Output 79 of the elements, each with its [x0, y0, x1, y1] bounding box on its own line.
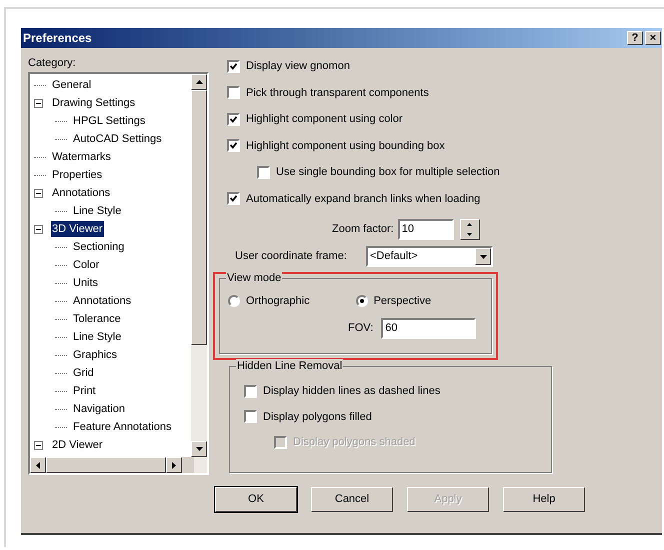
tree-item[interactable]: Line Style — [72, 202, 122, 220]
check-icon — [230, 195, 237, 202]
up-arrow-icon — [467, 223, 472, 226]
scroll-down-button[interactable] — [191, 441, 207, 457]
checkbox-label: Display view gnomon — [246, 59, 350, 74]
tree-item[interactable]: Drawing Settings — [51, 94, 136, 112]
checkbox[interactable] — [227, 139, 240, 152]
radio-label: Orthographic — [246, 294, 310, 309]
checkbox[interactable] — [227, 86, 240, 100]
radio-button[interactable] — [228, 295, 240, 308]
check-icon — [230, 142, 237, 150]
scroll-left-button[interactable] — [30, 457, 46, 473]
right-arrow-icon — [172, 462, 176, 468]
tree-item[interactable]: Units — [72, 274, 100, 292]
radio-button[interactable] — [356, 295, 368, 308]
checkbox-label: Display hidden lines as dashed lines — [263, 384, 440, 399]
tree-item[interactable]: 3D Viewer — [51, 220, 104, 238]
scroll-thumb[interactable] — [46, 457, 166, 473]
close-button[interactable]: × — [645, 31, 661, 45]
checkbox-label: Use single bounding box for multiple selection — [276, 165, 500, 180]
tree-item[interactable]: Annotations — [51, 184, 112, 202]
dialog-button[interactable]: OK — [215, 487, 297, 512]
scrollbar-corner — [182, 457, 194, 473]
tree-item[interactable]: Tolerance — [72, 310, 122, 328]
tree-item[interactable]: Print — [72, 382, 97, 400]
fov-label: FOV: — [348, 320, 374, 336]
tree-item[interactable]: Line Style — [72, 328, 122, 346]
fov-field[interactable]: 60 — [381, 318, 476, 338]
coordinate-frame-dropdown[interactable]: <Default> — [366, 246, 493, 267]
down-arrow-icon — [467, 232, 472, 236]
checkbox[interactable] — [227, 192, 240, 206]
tree-item[interactable]: Sectioning — [72, 238, 126, 256]
vertical-scrollbar[interactable] — [191, 74, 207, 457]
spinner-control[interactable] — [460, 219, 480, 240]
dialog-button[interactable]: Help — [503, 487, 585, 512]
left-arrow-icon — [36, 462, 40, 468]
check-icon — [230, 62, 237, 70]
scroll-thumb[interactable] — [191, 90, 207, 345]
help-button[interactable]: ? — [627, 31, 643, 45]
tree-item[interactable]: Graphics — [72, 346, 118, 364]
tree-item[interactable]: Navigation — [72, 400, 126, 418]
collapse-icon[interactable] — [34, 440, 43, 450]
user-coordinate-frame-label: User coordinate frame: — [235, 249, 348, 264]
checkbox[interactable] — [227, 112, 240, 126]
collapse-icon[interactable] — [34, 188, 43, 198]
tree-item[interactable]: 2D Viewer — [51, 436, 104, 454]
up-arrow-icon — [196, 80, 202, 84]
tree-item[interactable]: Annotations — [72, 292, 132, 310]
zoom-factor-label: Zoom factor: — [332, 222, 394, 238]
category-label: Category: — [28, 56, 77, 70]
collapse-icon[interactable] — [34, 98, 43, 108]
tree-item[interactable]: AutoCAD Settings — [72, 130, 163, 148]
window-title: Preferences — [23, 30, 92, 47]
tree-item[interactable]: HPGL Settings — [72, 112, 146, 130]
checkbox[interactable] — [227, 60, 240, 73]
scroll-right-button[interactable] — [166, 457, 182, 473]
down-arrow-icon — [196, 447, 202, 451]
tree-item[interactable]: Grid — [72, 364, 95, 382]
checkbox-label: Pick through transparent components — [246, 86, 429, 100]
checkbox-label: Highlight component using color — [246, 112, 403, 127]
dropdown-arrow-icon — [480, 254, 486, 258]
checkbox[interactable] — [244, 410, 257, 424]
checkbox-label: Display polygons filled — [263, 410, 372, 424]
horizontal-scrollbar[interactable] — [30, 457, 207, 473]
checkbox[interactable] — [257, 166, 270, 179]
collapse-icon[interactable] — [34, 224, 43, 234]
checkbox-label: Highlight component using bounding box — [246, 138, 445, 154]
check-icon — [230, 116, 237, 123]
tree-item[interactable]: Properties — [51, 166, 104, 184]
tree-item[interactable]: General — [51, 76, 92, 94]
radio-label: Perspective — [374, 294, 432, 309]
tree-item[interactable]: Color — [72, 256, 100, 274]
tree-item[interactable]: Watermarks — [51, 148, 112, 166]
dialog-button[interactable]: Cancel — [311, 487, 393, 512]
tree-item[interactable]: Feature Annotations — [72, 418, 172, 436]
zoom-factor-field[interactable]: 10 — [398, 219, 454, 240]
checkbox[interactable] — [244, 384, 257, 398]
scroll-up-button[interactable] — [191, 74, 207, 90]
checkbox-label: Automatically expand branch links when loading — [246, 192, 480, 206]
